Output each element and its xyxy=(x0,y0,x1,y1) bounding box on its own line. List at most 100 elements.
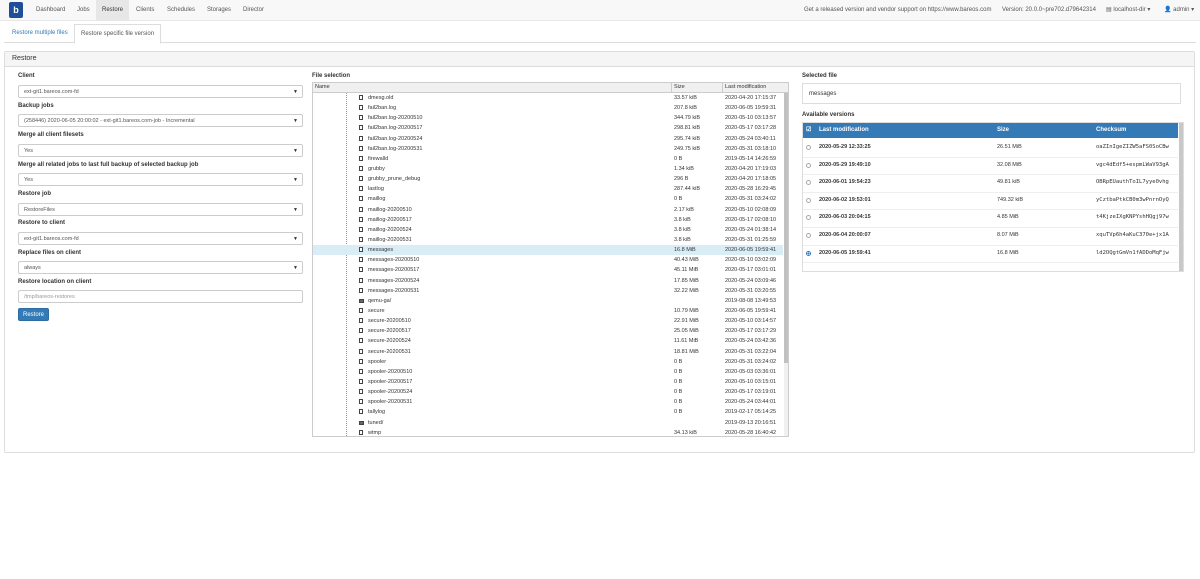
file-row[interactable]: fail2ban.log 207.8 kiB 2020-06-05 19:59:31 xyxy=(313,103,783,113)
backup-jobs-select[interactable]: (258446) 2020-06-05 20:00:02 - ext-git1.… xyxy=(18,114,303,127)
file-name: fail2ban.log-20200510 xyxy=(368,115,423,122)
file-modified: 2020-05-10 03:15:01 xyxy=(725,378,777,385)
version-row[interactable]: 2020-06-02 19:53:01 749.32 kiB yCztbaPtkCB… xyxy=(803,192,1178,211)
file-modified: 2020-05-24 03:40:11 xyxy=(725,135,776,142)
file-row[interactable]: secure 10.79 MiB 2020-06-05 19:59:41 xyxy=(313,306,783,316)
file-row[interactable]: messages-20200510 40.43 MiB 2020-05-10 03:… xyxy=(313,255,783,265)
file-row[interactable]: fail2ban.log-20200517 298.81 kiB 2020-05-1… xyxy=(313,123,783,133)
file-size: 3.8 kiB xyxy=(674,216,691,223)
file-row[interactable]: tallylog 0 B 2019-02-17 05:14:25 xyxy=(313,407,783,417)
file-row[interactable]: fail2ban.log-20200510 344.79 kiB 2020-05-1… xyxy=(313,113,783,123)
restore-job-select[interactable]: RestoreFiles ▼ xyxy=(18,203,303,216)
tab-restore-multiple[interactable]: Restore multiple files xyxy=(6,24,74,42)
file-icon xyxy=(359,307,363,313)
version-row[interactable]: 2020-05-29 12:33:25 26.51 MiB oaZInIgeZIZW… xyxy=(803,139,1178,158)
file-row[interactable]: maillog-20200510 2.17 kiB 2020-05-10 02:08… xyxy=(313,205,783,215)
version-row[interactable]: 2020-06-04 20:00:07 8.07 MiB xquTVp6h4aKuC… xyxy=(803,227,1178,246)
file-row[interactable]: messages-20200531 32.22 MiB 2020-05-31 03:… xyxy=(313,286,783,296)
version-date: 2020-06-04 20:00:07 xyxy=(819,232,871,238)
file-row[interactable]: fail2ban.log-20200524 295.74 kiB 2020-05-2… xyxy=(313,134,783,144)
file-modified: 2020-05-10 03:14:57 xyxy=(725,318,777,325)
file-row[interactable]: secure-20200510 22.91 MiB 2020-05-10 03:14… xyxy=(313,316,783,326)
restore-client-select[interactable]: ext-git1.bareos.com-fd ▼ xyxy=(18,232,303,245)
version-row[interactable]: 2020-06-03 20:04:15 4.85 MiB t4KjzeIXgKNPY… xyxy=(803,209,1178,228)
file-row[interactable]: spooler-20200531 0 B 2020-05-24 03:44:01 xyxy=(313,397,783,407)
col-checksum[interactable]: Checksum xyxy=(1096,123,1126,138)
file-row[interactable]: tuned/2019-09-13 20:16:51 xyxy=(313,418,783,428)
nav-clients[interactable]: Clients xyxy=(130,0,160,20)
file-row[interactable]: maillog-20200524 3.8 kiB 2020-05-24 01:38:… xyxy=(313,225,783,235)
file-row[interactable]: secure-20200517 25.05 MiB 2020-05-17 03:17… xyxy=(313,326,783,336)
file-row[interactable]: firewalld 0 B 2019-05-14 14:26:59 xyxy=(313,154,783,164)
file-row[interactable]: messages-20200517 45.11 MiB 2020-05-17 03:… xyxy=(313,265,783,275)
merge-related-select[interactable]: Yes ▼ xyxy=(18,173,303,186)
director-dropdown[interactable]: ▤ localhost-dir ▾ xyxy=(1106,0,1150,20)
file-row[interactable]: messages 16.8 MiB 2020-06-05 19:59:41 xyxy=(313,245,783,256)
restore-button[interactable]: Restore xyxy=(18,308,49,321)
version-radio[interactable] xyxy=(806,145,811,150)
restore-location-input[interactable]: /tmp/bareos-restores xyxy=(18,290,303,303)
nav-storages[interactable]: Storages xyxy=(201,0,237,20)
scrollbar-thumb[interactable] xyxy=(784,93,788,363)
nav-schedules[interactable]: Schedules xyxy=(161,0,201,20)
caret-down-icon: ▼ xyxy=(293,236,298,242)
version-radio[interactable] xyxy=(806,215,811,221)
client-select[interactable]: ext-git1.bareos.com-fd ▼ xyxy=(18,85,303,98)
replace-files-select[interactable]: always ▼ xyxy=(18,261,303,274)
col-last-modification[interactable]: Last modification xyxy=(819,123,869,138)
vendor-notice[interactable]: Get a released version and vendor suppor… xyxy=(804,0,991,20)
version-row[interactable]: 2020-05-29 19:49:10 32.08 MiB vgc4dEdf5+es… xyxy=(803,157,1178,176)
file-row[interactable]: spooler-20200510 0 B 2020-05-03 03:36:01 xyxy=(313,367,783,377)
file-size: 2.17 kiB xyxy=(674,206,694,213)
file-tree[interactable]: Name Size Last modification dmesg.old 33.… xyxy=(312,82,789,437)
tab-restore-specific[interactable]: Restore specific file version xyxy=(74,24,162,44)
file-size: 3.8 kiB xyxy=(674,226,691,233)
file-row[interactable]: lastlog 287.44 kiB 2020-05-28 16:29:45 xyxy=(313,184,783,194)
version-row[interactable]: 2020-06-05 19:59:41 16.8 MiB ld2OQgtGmVn1f… xyxy=(803,245,1178,264)
caret-down-icon: ▼ xyxy=(293,148,298,154)
version-radio[interactable] xyxy=(806,180,811,186)
file-row[interactable]: wtmp 34.13 kiB 2020-05-28 16:40:42 xyxy=(313,428,783,436)
file-row[interactable]: spooler-20200524 0 B 2020-05-17 03:19:01 xyxy=(313,387,783,397)
versions-scrollbar[interactable] xyxy=(1179,123,1183,271)
nav-dashboard[interactable]: Dashboard xyxy=(30,0,71,20)
col-name[interactable]: Name xyxy=(313,83,670,92)
file-icon xyxy=(359,145,363,151)
merge-filesets-select[interactable]: Yes ▼ xyxy=(18,144,303,157)
file-row[interactable]: maillog-20200517 3.8 kiB 2020-05-17 02:08:… xyxy=(313,215,783,225)
file-row[interactable]: secure-20200524 11.61 MiB 2020-05-24 03:42… xyxy=(313,336,783,346)
file-row[interactable]: maillog-20200531 3.8 kiB 2020-05-31 01:25:… xyxy=(313,235,783,245)
file-name: maillog xyxy=(368,196,386,203)
user-dropdown[interactable]: 👤 admin ▾ xyxy=(1164,0,1194,20)
bareos-logo[interactable]: b xyxy=(9,2,23,18)
file-row[interactable]: grubby_prune_debug 296 B 2020-04-20 17:18:… xyxy=(313,174,783,184)
version-checksum: vgc4dEdf5+espmLWaV93gA xyxy=(1096,161,1169,168)
version-radio[interactable] xyxy=(806,250,811,256)
file-name: dmesg.old xyxy=(368,95,394,101)
nav-restore[interactable]: Restore xyxy=(96,0,130,20)
check-icon: ☑ xyxy=(806,127,812,133)
file-row[interactable]: spooler-20200517 0 B 2020-05-10 03:15:01 xyxy=(313,377,783,387)
col-modified[interactable]: Last modification xyxy=(722,83,787,92)
file-tree-scrollbar[interactable] xyxy=(784,93,788,436)
file-modified: 2020-06-05 19:59:31 xyxy=(725,105,777,112)
file-row[interactable]: secure-20200531 18.81 MiB 2020-05-31 03:22… xyxy=(313,347,783,357)
file-row[interactable]: qemu-ga/2019-08-08 13:49:53 xyxy=(313,296,783,306)
nav-director[interactable]: Director xyxy=(237,0,270,20)
file-row[interactable]: dmesg.old 33.57 kiB 2020-04-20 17:15:37 xyxy=(313,93,783,103)
file-name: maillog-20200510 xyxy=(368,206,412,213)
file-name: tallylog xyxy=(368,409,386,416)
file-row[interactable]: spooler 0 B 2020-05-31 03:24:02 xyxy=(313,357,783,367)
file-row[interactable]: fail2ban.log-20200531 249.75 kiB 2020-05-3… xyxy=(313,144,783,154)
col-size[interactable]: Size xyxy=(671,83,722,92)
file-row[interactable]: grubby 1.34 kiB 2020-04-20 17:19:03 xyxy=(313,164,783,174)
version-radio[interactable] xyxy=(806,162,811,168)
file-name: secure-20200531 xyxy=(368,348,411,355)
nav-jobs[interactable]: Jobs xyxy=(71,0,96,20)
file-row[interactable]: messages-20200524 17.85 MiB 2020-05-24 03:… xyxy=(313,276,783,286)
col-size[interactable]: Size xyxy=(997,123,1009,138)
version-radio[interactable] xyxy=(806,197,811,203)
version-radio[interactable] xyxy=(806,233,811,238)
file-row[interactable]: maillog 0 B 2020-05-31 03:24:02 xyxy=(313,194,783,204)
version-row[interactable]: 2020-06-01 19:54:23 49.81 kiB OBRpEUauthTo… xyxy=(803,174,1178,193)
